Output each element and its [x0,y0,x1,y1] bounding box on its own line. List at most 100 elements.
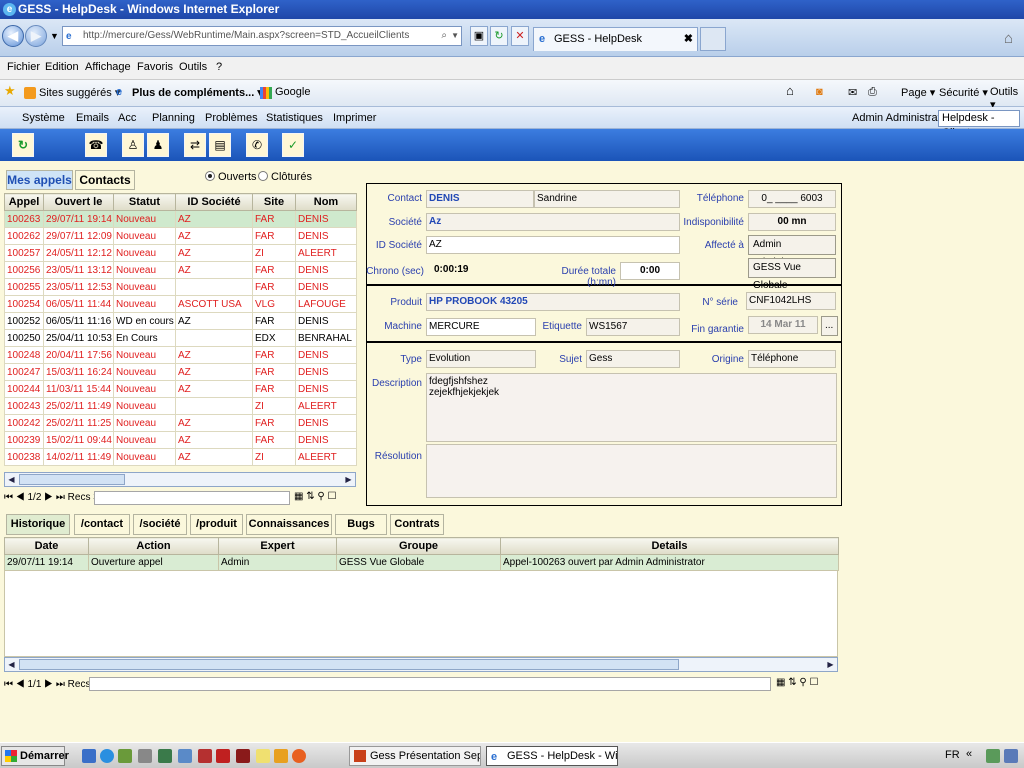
unavailability-field[interactable]: 00 mn [748,213,836,231]
ie-quicklaunch-icon[interactable] [100,749,114,763]
excel-export-icon[interactable]: ▦ [294,491,303,502]
firefox-icon[interactable] [292,749,306,763]
search-icon[interactable]: ⌕ [441,27,447,45]
back-icon[interactable]: ◀ [2,25,24,47]
resolution-textarea[interactable] [426,444,837,498]
fav-suggested-sites[interactable]: Sites suggérés ▾ [39,86,120,99]
prev-page-icon[interactable]: ◀ [16,492,25,503]
phone-field[interactable]: 0_ ____ 6003 [748,190,836,208]
column-header[interactable]: Nom [295,193,357,211]
refresh-page-icon[interactable]: ↻ [490,26,508,46]
table-row[interactable]: 100244 11/03/11 15:44 Nouveau AZ FAR DENIS [4,380,357,398]
subject-field[interactable]: Gess [586,350,680,368]
first-page-icon[interactable]: ⏮ [4,679,13,690]
tab-bugs[interactable]: Bugs [335,514,387,535]
scroll-right-icon[interactable]: ▶ [342,473,355,486]
menu-favoris[interactable]: Favoris [137,61,173,73]
person-icon[interactable]: ♙ [122,133,144,157]
new-tab-button[interactable] [700,27,726,51]
transfer-icon[interactable]: ⇄ [184,133,206,157]
warranty-field[interactable]: 14 Mar 11 [748,316,818,334]
tab-contact[interactable]: /contact [74,514,130,535]
next-page-icon[interactable]: ▶ [44,492,53,503]
prev-page-icon[interactable]: ◀ [16,679,25,690]
phone-user-icon[interactable]: ☎ [85,133,107,157]
column-header[interactable]: Groupe [336,537,501,555]
history-horizontal-scrollbar[interactable]: ◀ ▶ [4,657,838,672]
menu-affichage[interactable]: Affichage [85,61,131,73]
tab-contacts[interactable]: Contacts [75,170,135,190]
table-row[interactable]: 100243 25/02/11 11:49 Nouveau ZI ALEERT [4,397,357,415]
app-quicklaunch-icon[interactable] [236,749,250,763]
excel-export-icon[interactable]: ▦ [776,677,785,688]
cmd-page[interactable]: Page ▾ [901,86,935,99]
scroll-right-icon[interactable]: ▶ [824,658,837,671]
machine-field[interactable]: MERCURE [426,318,536,336]
show-desktop-icon[interactable] [82,749,96,763]
column-header[interactable]: Date [4,537,89,555]
app-quicklaunch-icon[interactable] [198,749,212,763]
column-header[interactable]: Appel [4,193,44,211]
table-row[interactable]: 100252 06/05/11 11:16 WD en cours AZ FAR DENI… [4,312,357,330]
scroll-thumb[interactable] [19,659,679,670]
origin-field[interactable]: Téléphone [748,350,836,368]
tray-expand-icon[interactable]: « [966,748,972,760]
contact-name-field[interactable]: DENIS [426,190,534,208]
calls-search-input[interactable] [94,491,290,505]
mail-icon[interactable]: ✉ [848,86,857,99]
serial-field[interactable]: CNF1042LHS [746,292,836,310]
history-dropdown-icon[interactable]: ▼ [50,31,59,41]
contact-card-icon[interactable]: ▤ [209,133,231,157]
table-row[interactable]: 100256 23/05/11 13:12 Nouveau AZ FAR DENIS [4,261,357,279]
table-row[interactable]: 100257 24/05/11 12:12 Nouveau AZ ZI ALEERT [4,244,357,262]
menu-fichier[interactable]: Fichier [7,61,40,73]
table-row[interactable]: 100263 29/07/11 19:14 Nouveau AZ FAR DENIS [4,210,357,228]
tab-historique[interactable]: Historique [6,514,70,535]
column-header[interactable]: ID Société [175,193,253,211]
app-quicklaunch-icon[interactable] [118,749,132,763]
tray-icon[interactable] [1004,749,1018,763]
menu-systeme[interactable]: Système [22,112,65,124]
checkbox-icon[interactable]: ☐ [328,491,337,502]
address-dropdown-icon[interactable]: ▼ [451,27,459,45]
table-row[interactable]: 100239 15/02/11 09:44 Nouveau AZ FAR DENIS [4,431,357,449]
app-quicklaunch-icon[interactable] [158,749,172,763]
home-icon[interactable]: ⌂ [1004,30,1013,47]
app-quicklaunch-icon[interactable] [178,749,192,763]
profile-select[interactable]: Helpdesk - Clients [938,110,1020,139]
assigned-button[interactable]: Admin Administrator [748,235,836,268]
checkbox-icon[interactable]: ☐ [810,677,819,688]
tab-produit[interactable]: /produit [190,514,243,535]
menu-help[interactable]: ? [216,61,222,73]
tab-contrats[interactable]: Contrats [390,514,444,535]
description-textarea[interactable]: fdegfjshfshez zejekfhjekjekjek [426,373,837,442]
menu-edition[interactable]: Edition [45,61,79,73]
tab-connaissances[interactable]: Connaissances [246,514,332,535]
column-header[interactable]: Statut [113,193,176,211]
compat-view-icon[interactable]: ▣ [470,26,488,46]
validate-icon[interactable]: ✓ [282,133,304,157]
filter-open[interactable]: Ouverts [205,171,257,183]
tab-close-icon[interactable]: ✖ [684,28,693,50]
taskbar-ie-window[interactable]: e GESS - HelpDesk - Wi... [486,746,618,766]
table-row[interactable]: 29/07/11 19:14 Ouverture appel Admin GESS V… [4,554,839,571]
table-row[interactable]: 100255 23/05/11 12:53 Nouveau FAR DENIS [4,278,357,296]
column-header[interactable]: Ouvert le [43,193,114,211]
cmd-security[interactable]: Sécurité ▾ [939,86,988,99]
filter-closed[interactable]: Clôturés [258,171,312,183]
column-header[interactable]: Details [500,537,839,555]
sort-icon[interactable]: ⇅ [306,491,314,502]
menu-planning[interactable]: Planning [152,112,195,124]
history-search-input[interactable] [89,677,771,691]
table-row[interactable]: 100262 29/07/11 12:09 Nouveau AZ FAR DENIS [4,227,357,245]
menu-problemes[interactable]: Problèmes [205,112,258,124]
sort-icon[interactable]: ⇅ [788,677,796,688]
home-cmd-icon[interactable]: ⌂ [786,83,794,98]
language-indicator[interactable]: FR [945,749,960,761]
stop-icon[interactable]: ✕ [511,26,529,46]
type-field[interactable]: Evolution [426,350,536,368]
group-icon[interactable]: ♟ [147,133,169,157]
app-quicklaunch-icon[interactable] [274,749,288,763]
start-button[interactable]: Démarrer [1,746,69,766]
menu-outils[interactable]: Outils [179,61,207,73]
